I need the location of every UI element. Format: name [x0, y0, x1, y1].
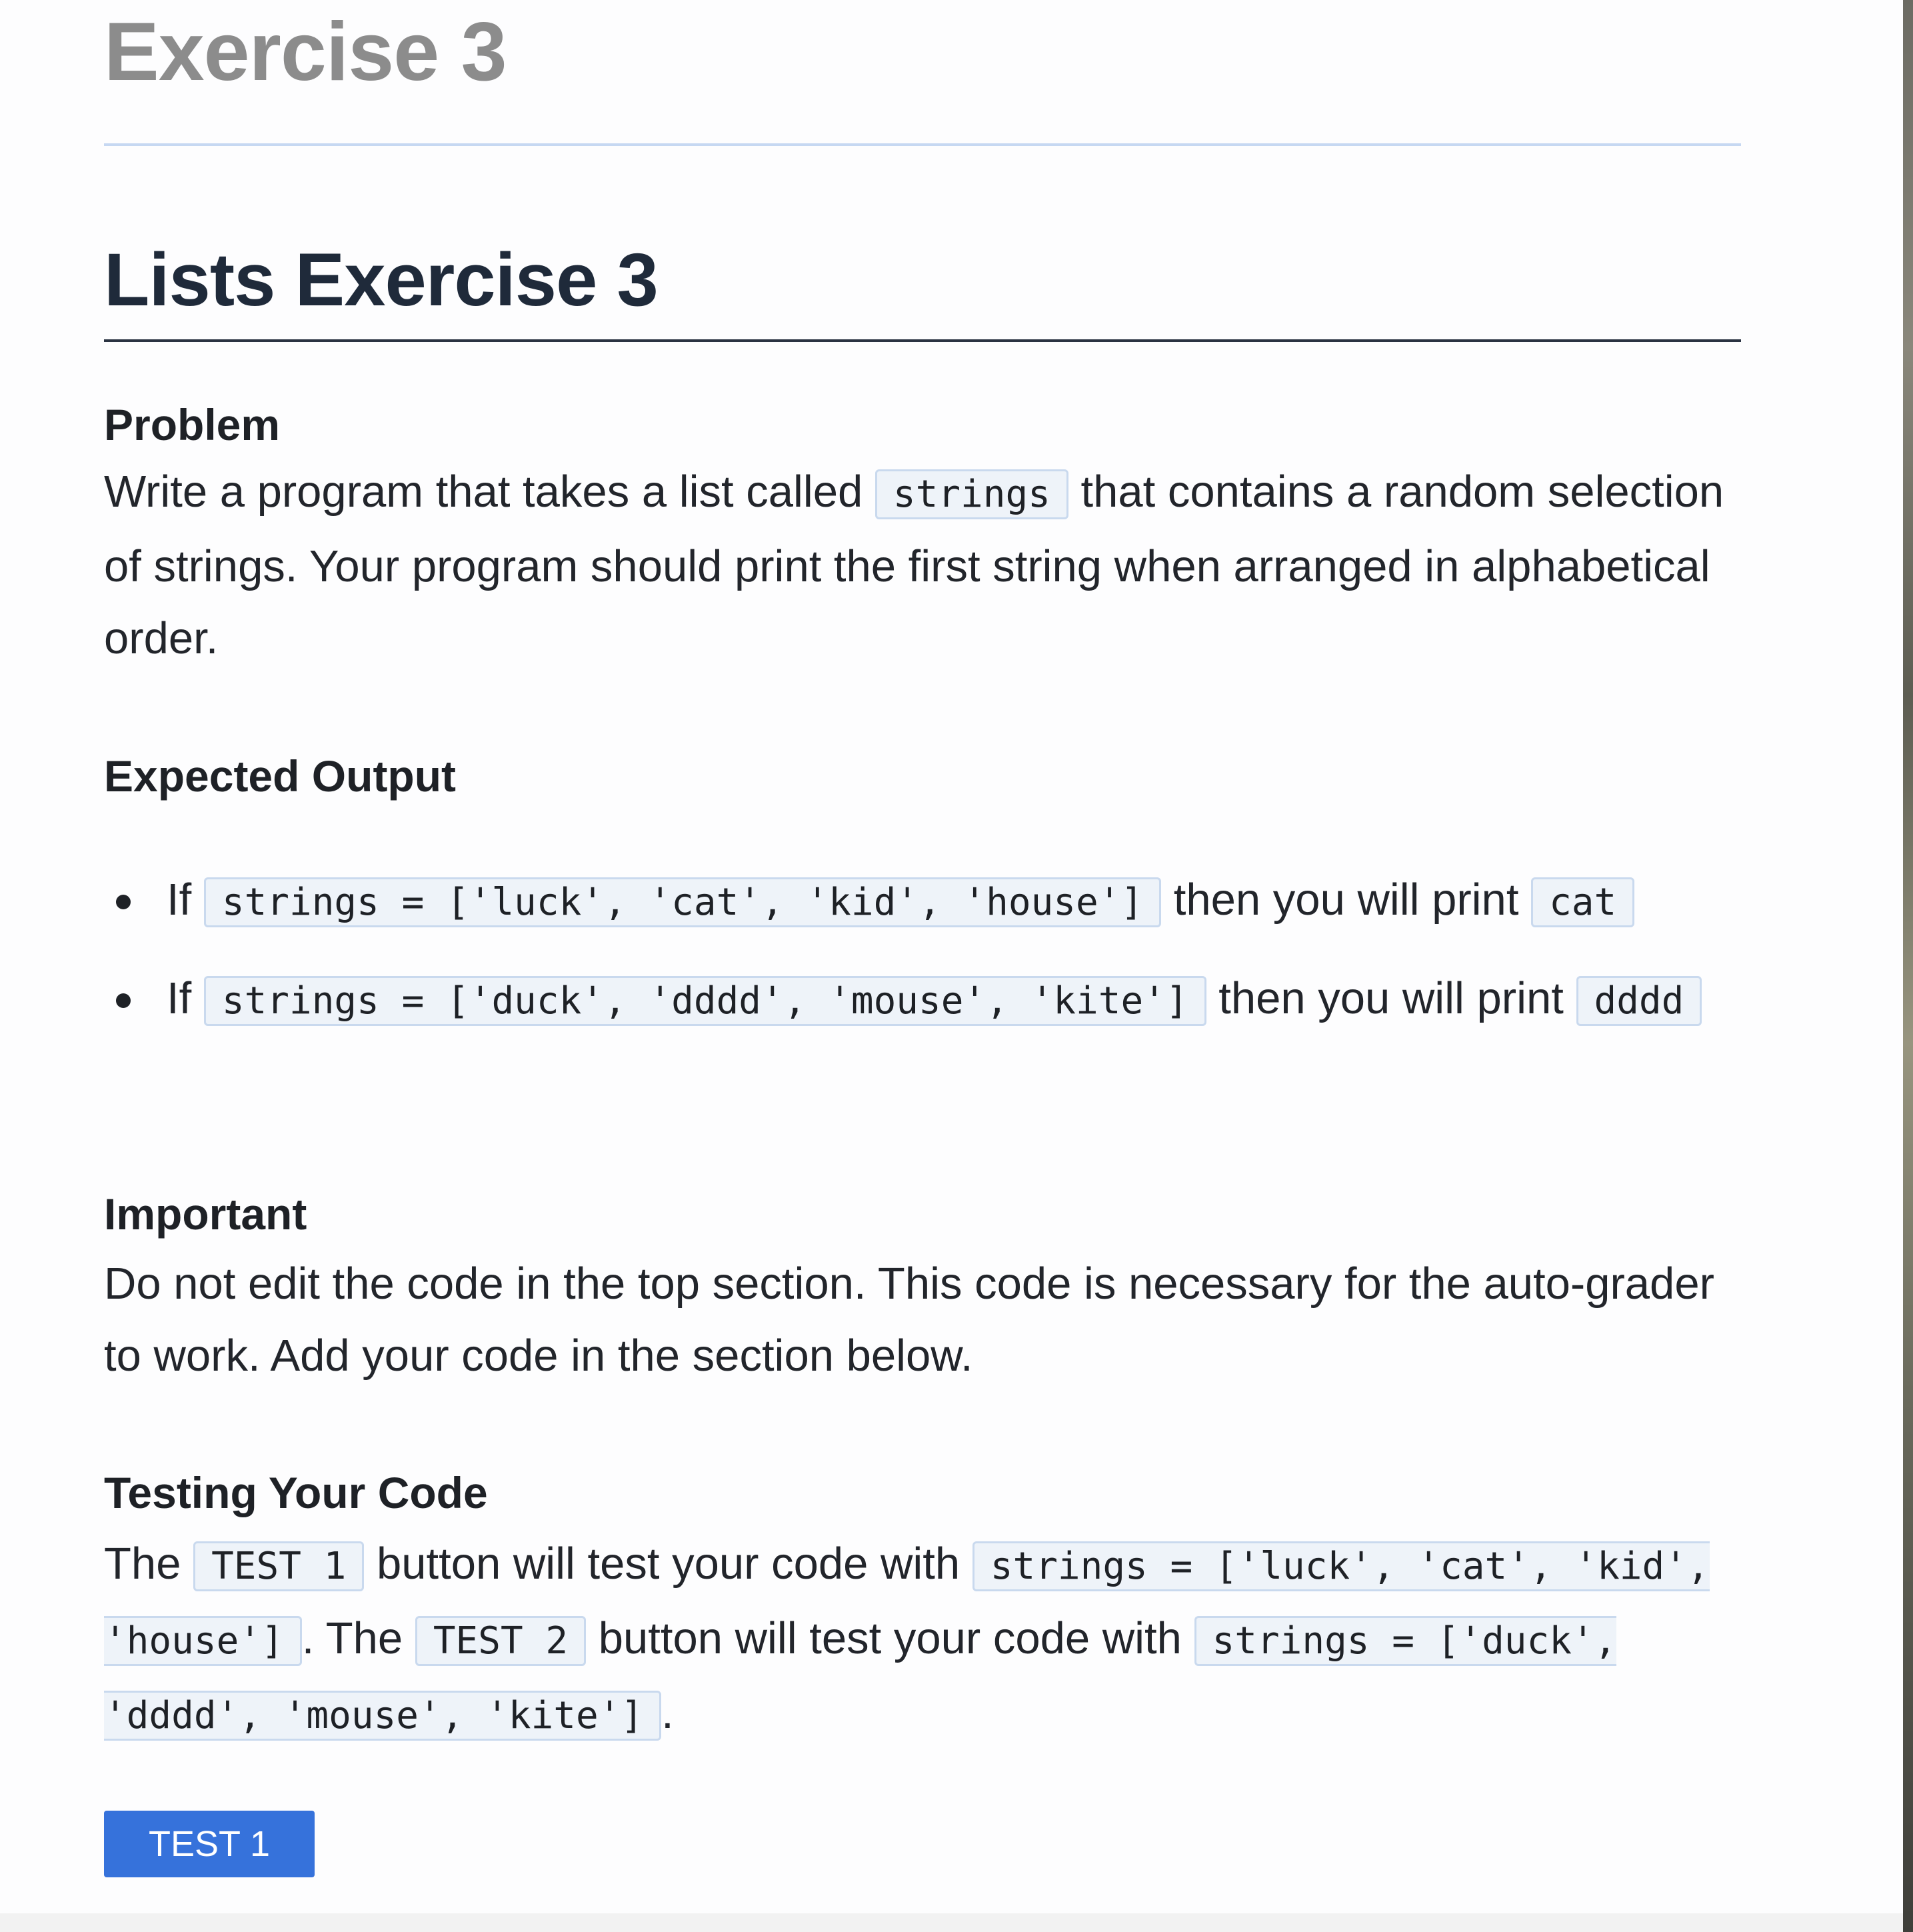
exercise-page: Exercise 3 Lists Exercise 3 Problem Writ… [0, 0, 1903, 1932]
testing-text-2: button will test your code with [364, 1539, 972, 1589]
code-test1-label: TEST 1 [193, 1541, 365, 1591]
exercise-title: Exercise 3 [104, 6, 507, 98]
list-item: If strings = ['luck', 'cat', 'kid', 'hou… [104, 864, 1741, 939]
testing-text-4: button will test your code with [586, 1613, 1194, 1663]
expected-output-heading: Expected Output [104, 751, 457, 801]
bullet-icon [116, 895, 131, 909]
problem-text: Write a program that takes a list called… [104, 456, 1741, 675]
lists-exercise-title: Lists Exercise 3 [104, 238, 659, 321]
testing-heading: Testing Your Code [104, 1468, 488, 1517]
title-divider [104, 143, 1741, 146]
list-item: If strings = ['duck', 'dddd', 'mouse', '… [104, 963, 1741, 1037]
bullet-icon [116, 993, 131, 1008]
test-1-button[interactable]: TEST 1 [104, 1811, 315, 1877]
code-output-example: cat [1531, 877, 1635, 927]
code-test2-label: TEST 2 [415, 1616, 587, 1666]
code-input-example: strings = ['duck', 'dddd', 'mouse', 'kit… [203, 976, 1206, 1026]
important-text: Do not edit the code in the top section.… [104, 1259, 1714, 1381]
expected-output-list: If strings = ['luck', 'cat', 'kid', 'hou… [104, 864, 1741, 1061]
testing-text-5: . [661, 1688, 674, 1738]
item-middle: then you will print [1161, 875, 1532, 925]
section-divider [104, 339, 1741, 342]
code-output-example: dddd [1576, 976, 1702, 1026]
bottom-edge [0, 1913, 1903, 1932]
code-strings: strings [875, 469, 1068, 519]
testing-text-1: The [104, 1539, 194, 1589]
problem-text-start: Write a program that takes a list called [104, 467, 875, 517]
window-edge [1903, 0, 1913, 1932]
code-input-example: strings = ['luck', 'cat', 'kid', 'house'… [203, 877, 1162, 927]
item-prefix: If [167, 875, 204, 925]
testing-text: The TEST 1 button will test your code wi… [104, 1528, 1741, 1752]
item-middle: then you will print [1206, 973, 1576, 1023]
item-prefix: If [167, 973, 204, 1023]
important-heading: Important [104, 1189, 307, 1239]
problem-heading: Problem [104, 400, 281, 449]
testing-text-3: . The [301, 1613, 415, 1663]
